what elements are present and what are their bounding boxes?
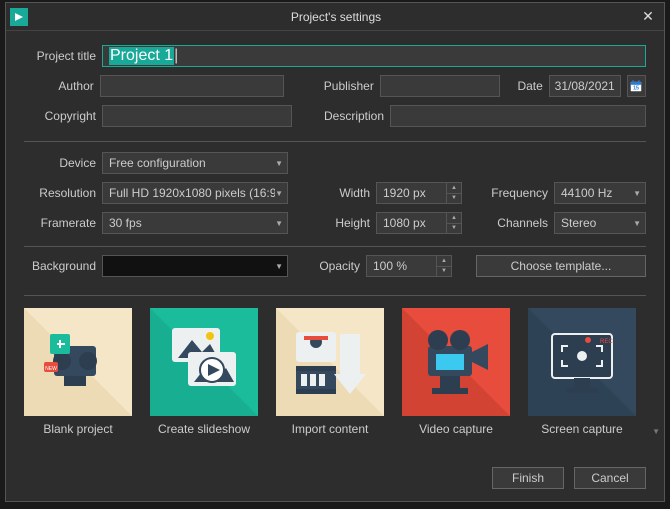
finish-button[interactable]: Finish — [492, 467, 564, 489]
tile-blank-project[interactable]: NEW Blank project — [24, 308, 132, 436]
spin-down-icon[interactable]: ▼ — [447, 224, 461, 234]
publisher-label: Publisher — [316, 79, 374, 93]
svg-text:NEW: NEW — [45, 366, 57, 372]
author-label: Author — [24, 79, 94, 93]
tile-label: Blank project — [24, 422, 132, 436]
project-title-label: Project title — [24, 49, 96, 63]
tile-video-capture[interactable]: Video capture — [402, 308, 510, 436]
framerate-select[interactable]: 30 fps▼ — [102, 212, 288, 234]
close-button[interactable]: ✕ — [636, 7, 660, 27]
device-label: Device — [24, 156, 96, 170]
spin-up-icon[interactable]: ▲ — [447, 213, 461, 224]
dialog-title: Project's settings — [36, 10, 636, 24]
tile-create-slideshow[interactable]: Create slideshow — [150, 308, 258, 436]
tile-screen-capture[interactable]: REC Screen capture — [528, 308, 636, 436]
publisher-input[interactable] — [380, 75, 500, 97]
height-spinner[interactable]: ▲▼ — [376, 212, 462, 234]
svg-text:REC: REC — [600, 339, 613, 345]
spin-down-icon[interactable]: ▼ — [437, 267, 451, 277]
tile-label: Video capture — [402, 422, 510, 436]
blank-project-icon: NEW — [24, 308, 132, 416]
chevron-down-icon: ▼ — [633, 189, 641, 198]
resolution-select[interactable]: Full HD 1920x1080 pixels (16:9)▼ — [102, 182, 288, 204]
width-label: Width — [310, 186, 370, 200]
channels-label: Channels — [486, 216, 548, 230]
cancel-button[interactable]: Cancel — [574, 467, 646, 489]
framerate-label: Framerate — [24, 216, 96, 230]
app-icon — [10, 8, 28, 26]
date-input[interactable]: 31/08/2021 — [549, 75, 621, 97]
tile-label: Screen capture — [528, 422, 636, 436]
date-label: Date — [512, 79, 543, 93]
slideshow-icon — [150, 308, 258, 416]
width-spinner[interactable]: ▲▼ — [376, 182, 462, 204]
device-select[interactable]: Free configuration▼ — [102, 152, 288, 174]
chevron-down-icon: ▼ — [275, 159, 283, 168]
tile-label: Import content — [276, 422, 384, 436]
chevron-down-icon: ▼ — [275, 189, 283, 198]
background-label: Background — [24, 259, 96, 273]
spin-down-icon[interactable]: ▼ — [447, 194, 461, 204]
height-label: Height — [310, 216, 370, 230]
project-title-input[interactable]: Project 1| — [102, 45, 646, 67]
dialog-footer: Finish Cancel — [6, 459, 664, 501]
project-type-tiles: NEW Blank project Create slidesh — [24, 308, 646, 436]
copyright-label: Copyright — [24, 109, 96, 123]
screen-capture-icon: REC — [528, 308, 636, 416]
description-label: Description — [324, 109, 384, 123]
project-settings-dialog: Project's settings ✕ Project title Proje… — [5, 2, 665, 502]
opacity-label: Opacity — [300, 259, 360, 273]
import-icon — [276, 308, 384, 416]
copyright-input[interactable] — [102, 105, 292, 127]
tile-import-content[interactable]: Import content — [276, 308, 384, 436]
chevron-down-icon: ▼ — [633, 219, 641, 228]
chevron-down-icon: ▼ — [275, 262, 283, 271]
titlebar: Project's settings ✕ — [6, 3, 664, 31]
svg-text:15: 15 — [633, 86, 639, 92]
channels-select[interactable]: Stereo▼ — [554, 212, 646, 234]
spin-up-icon[interactable]: ▲ — [437, 256, 451, 267]
frequency-select[interactable]: 44100 Hz▼ — [554, 182, 646, 204]
scroll-right-icon[interactable]: ▼ — [652, 427, 660, 436]
tile-label: Create slideshow — [150, 422, 258, 436]
calendar-icon[interactable]: 15 — [627, 75, 646, 97]
choose-template-button[interactable]: Choose template... — [476, 255, 646, 277]
resolution-label: Resolution — [24, 186, 96, 200]
chevron-down-icon: ▼ — [275, 219, 283, 228]
background-select[interactable]: ▼ — [102, 255, 288, 277]
opacity-spinner[interactable]: ▲▼ — [366, 255, 452, 277]
description-input[interactable] — [390, 105, 646, 127]
spin-up-icon[interactable]: ▲ — [447, 183, 461, 194]
author-input[interactable] — [100, 75, 285, 97]
video-capture-icon — [402, 308, 510, 416]
frequency-label: Frequency — [486, 186, 548, 200]
